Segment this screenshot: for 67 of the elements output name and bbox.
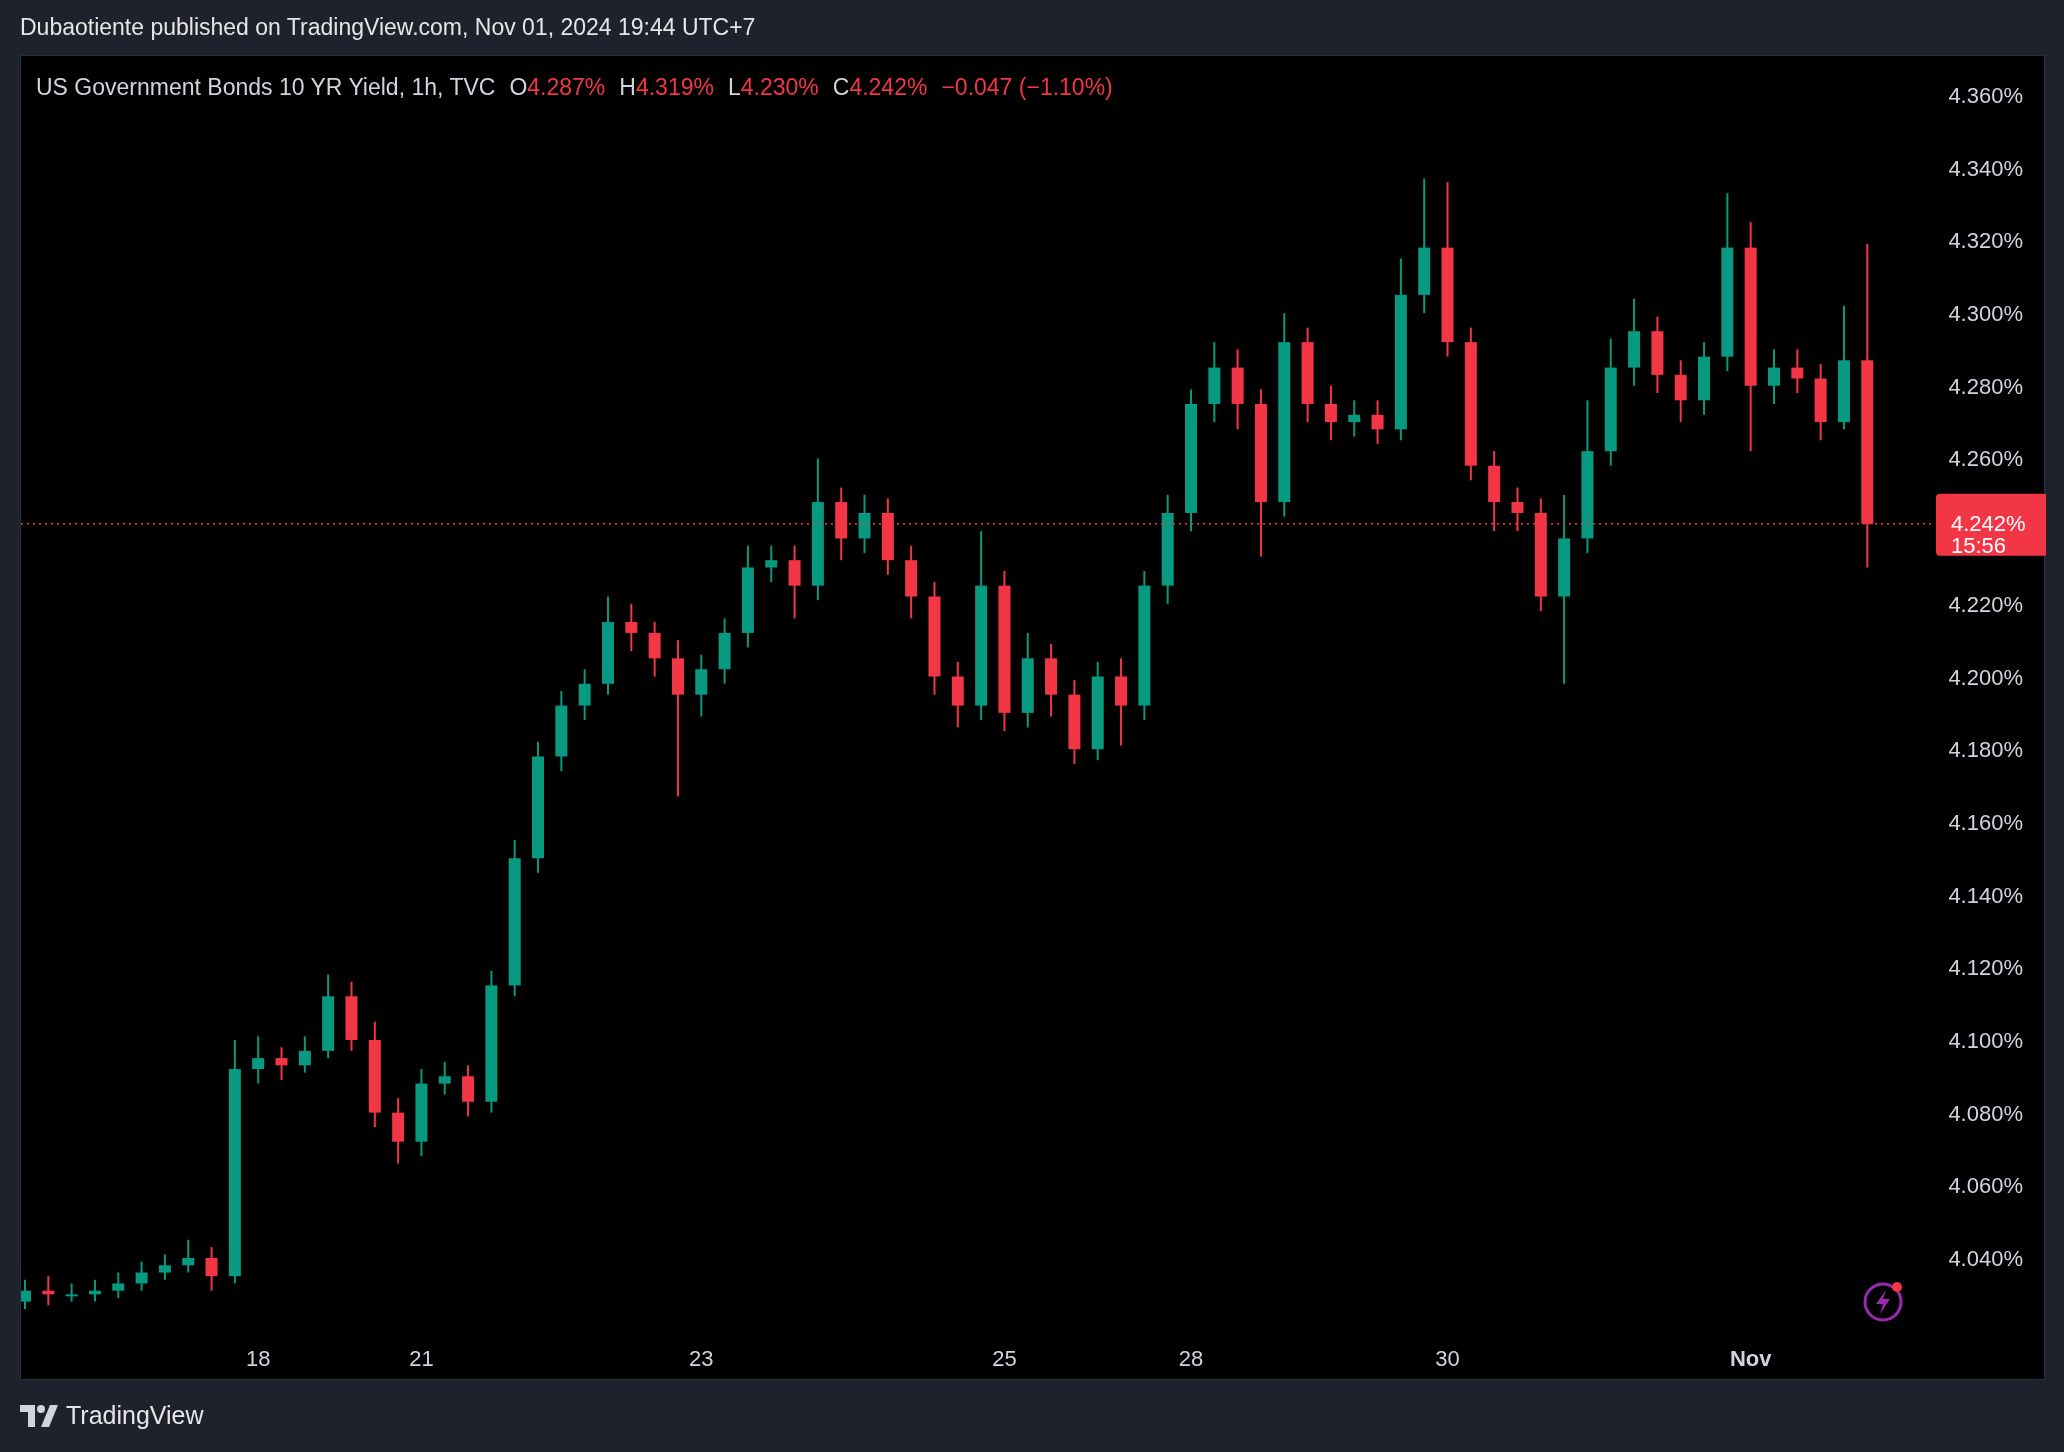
candle xyxy=(718,617,731,685)
y-axis-label: 4.120% xyxy=(1948,955,2023,981)
ohlc-label: H xyxy=(619,73,636,102)
candle xyxy=(858,493,871,554)
publish-info: Dubaotiente published on TradingView.com, Nov 01, 2024 19:44 UTC+7 xyxy=(20,13,757,43)
y-axis-label: 4.180% xyxy=(1948,737,2023,763)
logo-icon xyxy=(20,1405,58,1427)
x-axis-label: 23 xyxy=(689,1346,714,1371)
candle xyxy=(1791,348,1804,394)
y-axis-label: 4.100% xyxy=(1948,1027,2023,1053)
y-axis-label: 4.300% xyxy=(1948,301,2023,327)
candle xyxy=(1348,399,1361,438)
y-axis-label: 4.140% xyxy=(1948,882,2023,908)
candle xyxy=(695,653,708,718)
x-axis-label: 25 xyxy=(992,1346,1017,1371)
ohlc-label: L xyxy=(727,73,741,102)
ohlc-value: 4.319% xyxy=(635,73,714,102)
y-axis-label: 4.200% xyxy=(1948,664,2023,690)
candle xyxy=(1324,384,1337,442)
candle xyxy=(205,1246,218,1292)
y-axis-label: 4.280% xyxy=(1948,373,2023,399)
y-axis-label: 4.340% xyxy=(1948,155,2023,181)
candle xyxy=(462,1064,475,1118)
candle xyxy=(158,1253,171,1281)
candle xyxy=(21,1278,31,1310)
y-axis-label: 4.060% xyxy=(1948,1173,2023,1199)
candle xyxy=(438,1060,451,1096)
candle xyxy=(135,1260,148,1292)
x-axis-label: 18 xyxy=(245,1346,271,1371)
candle xyxy=(392,1097,405,1165)
brand-name: TradingView xyxy=(66,1400,204,1432)
candle xyxy=(345,980,358,1052)
candle xyxy=(298,1035,311,1074)
x-axis-label: 21 xyxy=(409,1346,434,1371)
candle xyxy=(765,544,778,583)
y-axis-label: 4.160% xyxy=(1948,809,2023,835)
ohlc-value: 4.230% xyxy=(740,73,819,102)
ohlc-value: 4.287% xyxy=(527,73,606,102)
y-axis-label: 4.080% xyxy=(1948,1100,2023,1126)
change-value: −0.047 (−1.10%) xyxy=(941,73,1113,102)
x-axis-label: 28 xyxy=(1178,1346,1204,1371)
candle xyxy=(1768,348,1780,405)
y-axis-label: 4.220% xyxy=(1948,591,2023,617)
candle xyxy=(42,1275,55,1307)
ohlc-label: C xyxy=(832,73,850,102)
candle xyxy=(275,1046,288,1081)
candle xyxy=(951,660,964,729)
y-axis-label: 4.320% xyxy=(1948,228,2023,254)
candle xyxy=(252,1035,265,1085)
x-axis-label: Nov xyxy=(1729,1346,1772,1371)
candle xyxy=(648,621,661,678)
ohlc-label: O xyxy=(509,73,528,102)
y-axis-label: 4.360% xyxy=(1948,83,2023,108)
y-axis-label: 4.040% xyxy=(1948,1246,2023,1271)
candle xyxy=(65,1282,78,1303)
candle xyxy=(1511,486,1524,533)
symbol-title: US Government Bonds 10 YR Yield, 1h, TVC xyxy=(36,73,496,102)
candle xyxy=(578,668,591,722)
x-axis-label: 30 xyxy=(1435,1346,1460,1371)
candle xyxy=(88,1278,101,1303)
candle xyxy=(625,602,638,653)
candle xyxy=(112,1271,125,1299)
candle xyxy=(1674,359,1687,424)
candle xyxy=(182,1238,195,1274)
ohlc-value: 4.242% xyxy=(849,73,928,102)
candle xyxy=(1371,399,1384,445)
y-axis-label: 4.260% xyxy=(1948,446,2023,472)
